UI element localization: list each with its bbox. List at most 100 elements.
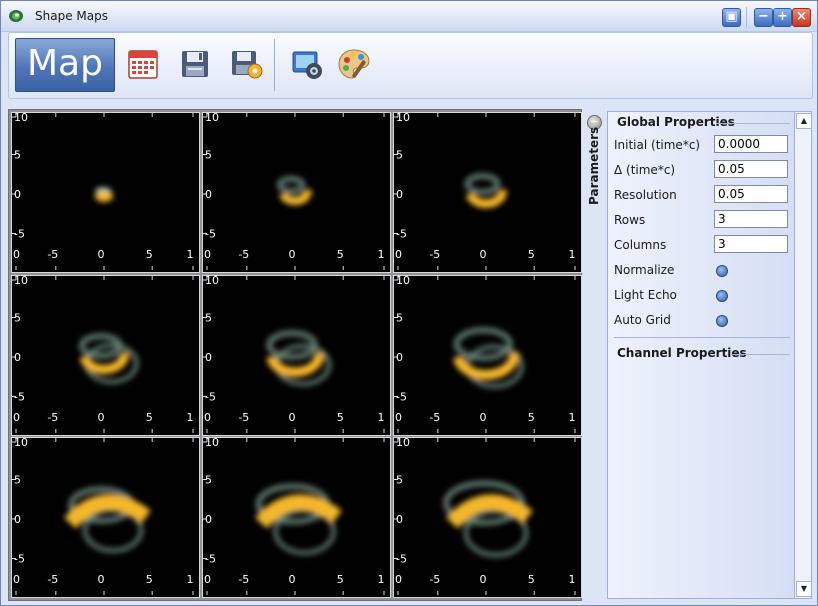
- close-button[interactable]: ×: [792, 8, 811, 27]
- palette-icon[interactable]: [337, 47, 371, 81]
- minimize-button[interactable]: −: [754, 8, 773, 27]
- shape-map-render: [78, 333, 139, 385]
- rows-input[interactable]: [714, 210, 788, 228]
- x-tick-label: 1: [187, 573, 194, 586]
- window-title: Shape Maps: [35, 9, 108, 23]
- x-tick-label: 0: [13, 248, 20, 261]
- save-icon[interactable]: [178, 47, 212, 81]
- x-tick-label: 0: [395, 411, 402, 424]
- properties-panel: Global Properties Initial (time*c) Δ (ti…: [607, 111, 795, 599]
- x-tick-label: 0: [204, 573, 211, 586]
- x-tick-label: 0: [289, 573, 296, 586]
- x-tick-label: 0: [289, 411, 296, 424]
- save-settings-icon[interactable]: [230, 47, 264, 81]
- normalize-label: Normalize: [614, 263, 675, 277]
- x-tick-label: 1: [569, 248, 576, 261]
- shape-map-plot: 1050-50 -5 0 5 1: [394, 113, 576, 270]
- columns-input[interactable]: [714, 235, 788, 253]
- scroll-up-arrow-icon[interactable]: ▲: [796, 113, 812, 129]
- delta-time-input[interactable]: [714, 160, 788, 178]
- initial-time-input[interactable]: [714, 135, 788, 153]
- parameters-tab-label: Parameters: [587, 126, 601, 205]
- x-tick-label: -5: [47, 411, 58, 424]
- shape-map-render: [64, 486, 151, 553]
- shape-map-cell: 10 5 0 -5 0 -5 0 5 1: [202, 437, 391, 598]
- lock-button[interactable]: ▣: [722, 8, 741, 27]
- initial-time-label: Initial (time*c): [614, 138, 701, 152]
- shape-map-plot: 1050-50 -5 0 5 1: [394, 438, 576, 595]
- x-tick-label: 5: [528, 411, 535, 424]
- shape-map-render: [443, 480, 533, 558]
- properties-scrollbar[interactable]: ▲ ▼: [794, 111, 812, 599]
- shape-map-render: [95, 187, 113, 202]
- auto-grid-toggle[interactable]: [716, 315, 728, 327]
- title-bar[interactable]: Shape Maps ▣ − + ×: [1, 1, 817, 32]
- x-tick-label: 0: [480, 248, 487, 261]
- x-tick-label: 5: [528, 573, 535, 586]
- map-button[interactable]: Map: [15, 38, 115, 92]
- auto-grid-label: Auto Grid: [614, 313, 671, 327]
- shape-map-cell: 10 5 0 -5 0 -5 0 5 1: [11, 437, 200, 598]
- shape-map-render: [255, 483, 342, 556]
- rows-label: Rows: [614, 213, 646, 227]
- x-tick-label: 0: [395, 573, 402, 586]
- app-icon: [9, 10, 23, 22]
- normalize-toggle[interactable]: [716, 265, 728, 277]
- x-tick-label: 0: [395, 248, 402, 261]
- x-tick-label: 1: [187, 411, 194, 424]
- shape-map-plot: 1050-50 -5 0 5 1: [203, 276, 385, 433]
- x-tick-label: 1: [187, 248, 194, 261]
- x-tick-label: 1: [569, 573, 576, 586]
- render-settings-icon[interactable]: [290, 47, 324, 81]
- x-tick-label: 5: [146, 411, 153, 424]
- x-tick-label: 0: [98, 573, 105, 586]
- shape-map-cell: 10 5 0 -5 0 -5 0 5 1: [202, 112, 391, 273]
- x-tick-label: -5: [238, 573, 249, 586]
- delta-time-label: Δ (time*c): [614, 163, 676, 177]
- x-tick-label: 1: [569, 411, 576, 424]
- x-tick-label: -5: [429, 411, 440, 424]
- scroll-down-arrow-icon[interactable]: ▼: [796, 581, 812, 597]
- shape-map-cell: 10 5 0 -5 0 -5 0 5 1: [393, 112, 582, 273]
- resolution-label: Resolution: [614, 188, 677, 202]
- x-tick-label: -5: [238, 411, 249, 424]
- shape-map-render: [464, 172, 507, 209]
- shape-map-plot: 1050-50 -5 0 5 1: [12, 276, 194, 433]
- shape-map-plot: 1050-50 -5 0 5 1: [12, 438, 194, 595]
- calendar-icon[interactable]: [126, 47, 160, 81]
- toolbar-separator: [274, 39, 275, 91]
- x-tick-label: 0: [480, 411, 487, 424]
- x-tick-label: 0: [204, 248, 211, 261]
- shape-map-cell: 10 5 0 -5 0 -5 0 5 1: [393, 275, 582, 436]
- x-tick-label: 0: [13, 573, 20, 586]
- x-tick-label: 5: [337, 248, 344, 261]
- channel-properties-rule: [730, 354, 790, 355]
- x-tick-label: 0: [289, 248, 296, 261]
- toolbar: Map: [8, 32, 813, 99]
- channel-properties-title: Channel Properties: [617, 346, 747, 360]
- global-properties-title: Global Properties: [617, 115, 735, 129]
- parameters-tab[interactable]: − Parameters: [583, 109, 605, 599]
- shape-map-plot: 1050-50 -5 0 5 1: [203, 113, 385, 270]
- light-echo-toggle[interactable]: [716, 290, 728, 302]
- shape-map-plot: 1050-50 -5 0 5 1: [394, 276, 576, 433]
- x-tick-label: 1: [378, 248, 385, 261]
- shape-map-render: [266, 330, 332, 387]
- x-tick-label: 0: [98, 411, 105, 424]
- x-tick-label: 5: [146, 248, 153, 261]
- x-tick-label: -5: [238, 248, 249, 261]
- shape-maps-grid: 10 5 0 -5 0 -5 0 5 1 10 5 0 -5 0 -5 0 5 1 10 5 0 -5 0 -5 0 5 1 10 5 0…: [8, 109, 582, 601]
- global-properties-rule: [716, 123, 790, 124]
- shape-map-cell: 10 5 0 -5 0 -5 0 5 1: [11, 275, 200, 436]
- title-separator: [746, 7, 747, 27]
- x-tick-label: 0: [13, 411, 20, 424]
- shape-map-render: [276, 175, 312, 206]
- x-tick-label: 0: [480, 573, 487, 586]
- shape-map-cell: 10 5 0 -5 0 -5 0 5 1: [202, 275, 391, 436]
- resolution-input[interactable]: [714, 185, 788, 203]
- maximize-button[interactable]: +: [773, 8, 792, 27]
- shape-map-cell: 10 5 0 -5 0 -5 0 5 1: [393, 437, 582, 598]
- x-tick-label: 5: [337, 411, 344, 424]
- x-tick-label: 5: [528, 248, 535, 261]
- section-divider: [614, 337, 790, 338]
